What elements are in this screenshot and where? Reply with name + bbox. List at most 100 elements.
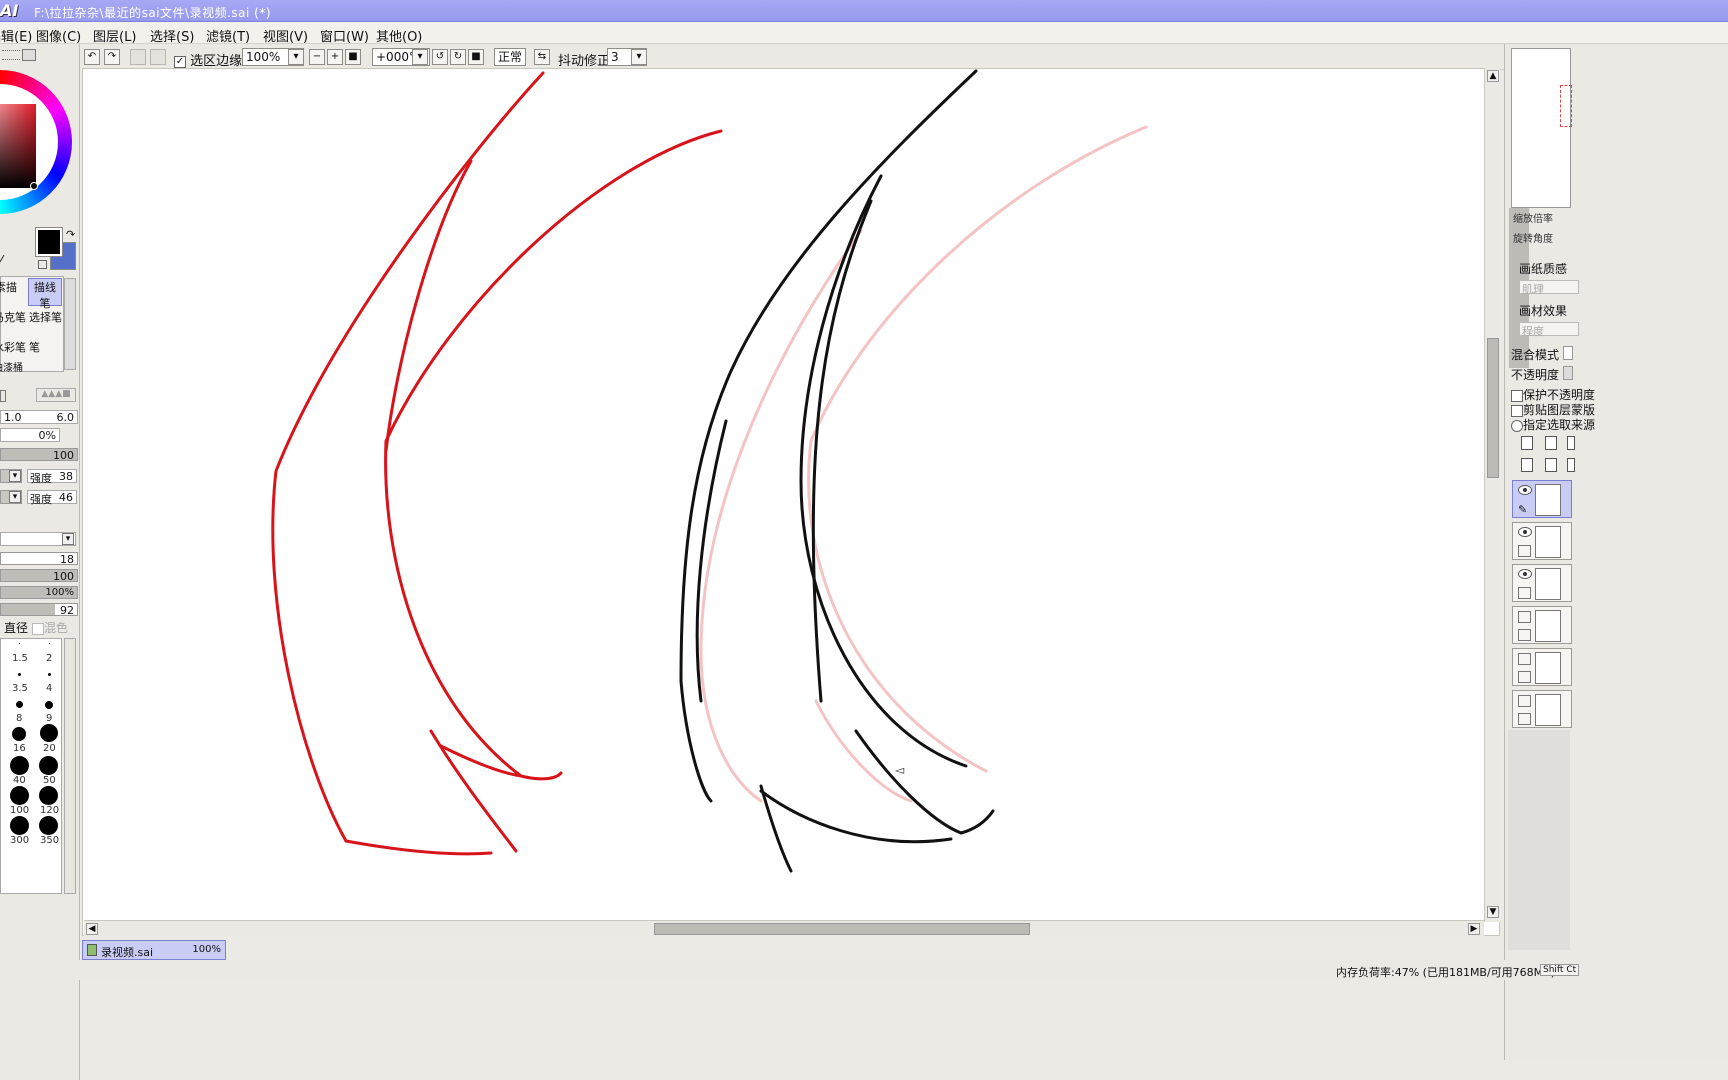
menu-image[interactable]: 图像(C)	[36, 26, 81, 45]
visibility-checkbox[interactable]	[1518, 695, 1531, 707]
diameter-toggle[interactable]: 直径	[4, 619, 28, 636]
copy-layer-icon[interactable]	[1545, 458, 1557, 472]
density-percent-bar[interactable]: 100%	[0, 586, 78, 599]
tool-marker[interactable]: 马克笔	[0, 309, 26, 325]
brush-dot-8[interactable]	[16, 701, 23, 708]
rotate-left-button[interactable]: ↺	[432, 49, 448, 65]
visibility-checkbox[interactable]	[1518, 611, 1531, 623]
rotate-reset-button[interactable]: ■	[468, 49, 484, 65]
zoom-out-button[interactable]: −	[309, 49, 325, 65]
brush-shape-presets[interactable]: ▲▲▲■	[36, 388, 76, 402]
brush-dot-100[interactable]	[10, 786, 29, 805]
brush-lock-icon[interactable]: ✎	[1518, 503, 1527, 516]
lock-checkbox[interactable]	[1518, 587, 1531, 599]
opacity-bar[interactable]	[1563, 366, 1573, 380]
texture-dropdown-icon-b[interactable]: ▾	[9, 491, 21, 503]
scroll-down-icon[interactable]: ▼	[1487, 906, 1499, 918]
new-linework-layer-icon[interactable]	[1545, 436, 1557, 450]
brush-dot-40[interactable]	[10, 756, 29, 775]
brush-dot-2[interactable]	[49, 643, 50, 644]
brush-dot-3-5[interactable]	[18, 673, 21, 676]
vertical-scroll-thumb[interactable]	[1487, 338, 1499, 478]
brush-presets-scrollbar[interactable]	[64, 638, 76, 894]
delete-layer-icon[interactable]	[1567, 458, 1575, 472]
brush-size-bar[interactable]: 18	[0, 552, 78, 566]
brush-dot-9[interactable]	[45, 701, 53, 709]
visibility-eye-icon[interactable]	[1518, 527, 1532, 537]
horizontal-scrollbar[interactable]: ◀ ▶	[84, 920, 1484, 936]
tool-watercolor[interactable]: 水彩笔	[0, 339, 26, 355]
layer-item[interactable]	[1512, 564, 1572, 602]
zoom-in-button[interactable]: +	[327, 49, 343, 65]
tool-brush[interactable]: 笔	[29, 339, 40, 355]
stabilizer-dropdown-icon[interactable]: ▾	[631, 49, 647, 65]
drawing-canvas[interactable]: ◅	[82, 68, 1500, 936]
strength-a-field[interactable]: 强度 38	[27, 469, 77, 485]
blend-bar[interactable]: 100	[0, 569, 78, 583]
flip-button[interactable]: ⇆	[534, 49, 550, 65]
deselect-button[interactable]	[130, 49, 146, 65]
tool-grid-scrollbar[interactable]	[64, 278, 76, 370]
tool-pencil[interactable]: 素描	[0, 279, 17, 295]
brush-dot-1-5[interactable]	[19, 643, 20, 644]
undo-button[interactable]: ↶	[84, 49, 100, 65]
lock-checkbox[interactable]	[1518, 671, 1531, 683]
blend-mode-select[interactable]	[1563, 346, 1573, 360]
paper-texture-field[interactable]: 肌理	[1519, 280, 1579, 296]
swap-colors-icon[interactable]: ↷	[66, 228, 75, 241]
menu-filter[interactable]: 滤镜(T)	[206, 26, 250, 45]
brush-dot-4[interactable]	[48, 673, 51, 676]
horizontal-scroll-thumb[interactable]	[654, 923, 1030, 935]
brush-dot-20[interactable]	[40, 724, 58, 742]
palette-toggle-icon[interactable]	[22, 49, 36, 61]
eyedropper-icon[interactable]: ⁄	[0, 254, 14, 269]
visibility-eye-icon[interactable]	[1518, 569, 1532, 579]
density-bar[interactable]: 100	[0, 448, 78, 462]
menu-edit[interactable]: 编辑(E)	[0, 26, 32, 45]
scroll-left-icon[interactable]: ◀	[86, 923, 98, 935]
tool-inking-pen[interactable]: 描线笔	[28, 278, 62, 310]
menu-select[interactable]: 选择(S)	[150, 26, 194, 45]
rotation-dropdown-icon[interactable]: ▾	[412, 49, 428, 65]
primary-color-swatch[interactable]	[35, 227, 63, 257]
layer-item[interactable]	[1512, 522, 1572, 560]
brush-dot-50[interactable]	[39, 756, 58, 775]
merge-down-icon[interactable]	[1521, 458, 1533, 472]
rotate-right-button[interactable]: ↻	[450, 49, 466, 65]
vertical-scrollbar[interactable]: ▲ ▼	[1484, 68, 1500, 922]
min-density-field[interactable]: 0%	[0, 428, 60, 442]
tool-selection-pen[interactable]: 选择笔	[29, 309, 62, 325]
visibility-checkbox[interactable]	[1518, 653, 1531, 665]
zoom-dropdown-icon[interactable]: ▾	[288, 49, 304, 65]
layer-item[interactable]: ✎	[1512, 480, 1572, 518]
protect-opacity-checkbox[interactable]	[1511, 389, 1523, 402]
texture-dropdown-icon-a[interactable]: ▾	[9, 470, 21, 482]
lock-checkbox[interactable]	[1518, 629, 1531, 641]
menu-window[interactable]: 窗口(W)	[320, 26, 369, 45]
mix-toggle[interactable]: 混色	[32, 619, 68, 636]
brush-dot-350[interactable]	[39, 816, 58, 835]
selection-source-toggle[interactable]: 指定选取来源	[1511, 416, 1595, 433]
brush-dot-120[interactable]	[39, 786, 58, 805]
mix-checkbox[interactable]	[32, 622, 44, 635]
new-layer-icon[interactable]	[1521, 436, 1533, 450]
saturation-value-square[interactable]	[0, 104, 36, 188]
visibility-eye-icon[interactable]	[1518, 485, 1532, 495]
blend-normal-button[interactable]: 正常	[494, 48, 526, 66]
material-effect-field[interactable]: 程度	[1519, 322, 1579, 338]
layer-item[interactable]	[1512, 690, 1572, 728]
new-folder-icon[interactable]	[1567, 436, 1575, 450]
brush-size-range[interactable]: 1.0 6.0	[0, 410, 78, 424]
invert-selection-button[interactable]	[150, 49, 166, 65]
brush-dot-16[interactable]	[12, 727, 26, 741]
scroll-right-icon[interactable]: ▶	[1468, 923, 1480, 935]
lock-checkbox[interactable]	[1518, 545, 1531, 557]
brush-dot-300[interactable]	[10, 816, 29, 835]
strength-b-field[interactable]: 强度 46	[27, 490, 77, 506]
selection-edge-toggle[interactable]: ✓ 选区边缘	[174, 50, 242, 69]
palette-grid-icon[interactable]	[2, 50, 20, 60]
menu-layer[interactable]: 图层(L)	[93, 26, 136, 45]
menu-view[interactable]: 视图(V)	[263, 26, 308, 45]
reset-colors-icon[interactable]	[38, 260, 47, 269]
selection-source-radio[interactable]	[1511, 419, 1523, 432]
